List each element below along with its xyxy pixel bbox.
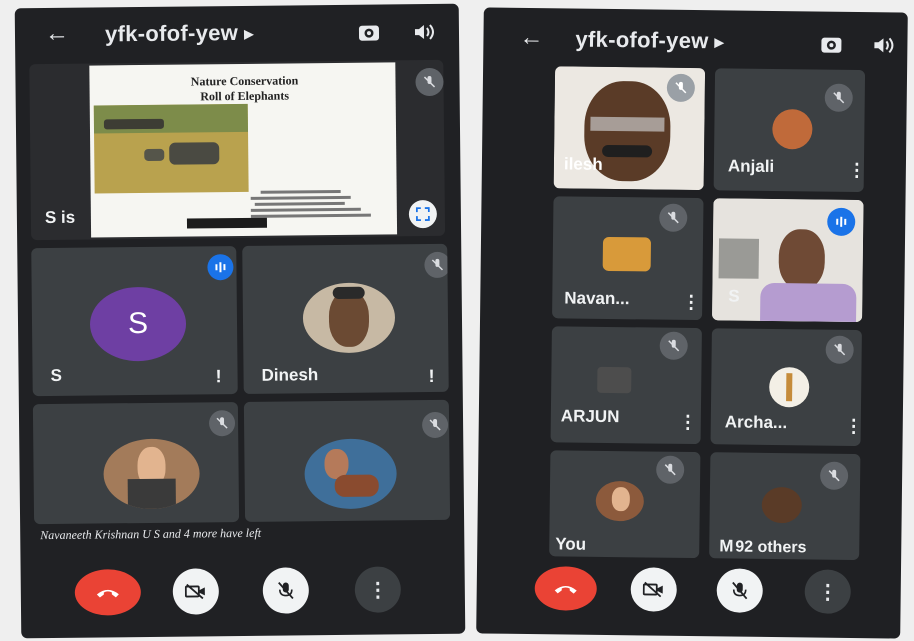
more-options-icon[interactable]: ⋮ (679, 412, 697, 433)
participant-name: Anjali (727, 156, 775, 176)
mic-off-icon (825, 335, 854, 364)
mic-off-icon (659, 203, 688, 232)
mic-off-icon (421, 411, 449, 439)
participant-name: Navan... (564, 288, 630, 309)
participants-left-toast: Navaneeth Krishnan U S and 4 more have l… (40, 525, 262, 543)
participant-tile[interactable]: Archa... ⋮ (710, 328, 862, 447)
audio-level-icon (827, 207, 856, 236)
end-call-button[interactable] (74, 569, 142, 616)
avatar (772, 108, 813, 150)
participant-tile[interactable]: ARJUN ⋮ (550, 326, 702, 445)
mic-off-icon (424, 251, 449, 279)
camera-toggle-button[interactable] (172, 568, 220, 615)
participant-name: Archa... (724, 412, 788, 433)
camera-off-icon (184, 583, 205, 600)
presentation-tile[interactable]: Nature Conservation Roll of Elephants S … (29, 59, 446, 241)
slide-title-line-2: Roll of Elephants (200, 88, 290, 104)
participant-tile[interactable]: Dinesh ! (242, 243, 449, 394)
participant-tile[interactable]: You (549, 450, 701, 559)
switch-camera-icon[interactable] (357, 22, 381, 44)
participant-tile[interactable] (32, 402, 240, 525)
more-options-icon[interactable]: ! (215, 366, 221, 387)
mic-toggle-button[interactable] (716, 568, 764, 613)
participant-tile[interactable]: Navan... ⋮ (552, 196, 704, 321)
slide-strip (186, 217, 268, 229)
camera-off-icon (642, 581, 663, 598)
more-options-icon[interactable]: ⋮ (682, 292, 700, 313)
speaker-icon[interactable] (871, 34, 895, 56)
call-controls: ⋮ (476, 547, 901, 638)
participant-name: S (728, 286, 740, 306)
presenter-label: S is (44, 207, 76, 228)
avatar (595, 480, 645, 522)
meeting-title[interactable]: yfk-ofof-yew ▶ (575, 27, 724, 55)
more-options-icon: ⋮ (817, 581, 838, 604)
avatar (302, 282, 396, 354)
chevron-right-icon: ▶ (714, 35, 725, 50)
mic-off-icon (666, 73, 696, 103)
end-call-icon (554, 585, 577, 594)
meeting-code: yfk-ofof-yew (104, 20, 239, 47)
participant-tile[interactable]: ilesh (553, 66, 706, 191)
mic-off-icon (278, 582, 294, 600)
meeting-code: yfk-ofof-yew (575, 26, 709, 54)
slide-title: Nature Conservation Roll of Elephants (149, 73, 339, 105)
end-call-button[interactable] (534, 566, 598, 611)
mic-off-icon (415, 67, 444, 97)
mic-toggle-button[interactable] (262, 567, 310, 614)
more-options-icon: ⋮ (367, 578, 388, 602)
more-options-icon[interactable]: ⋮ (845, 416, 862, 437)
meeting-title[interactable]: yfk-ofof-yew ▶ (105, 20, 254, 48)
top-bar: ← yfk-ofof-yew ▶ (15, 4, 460, 65)
audio-level-icon (207, 254, 234, 281)
mic-off-icon (659, 331, 688, 360)
mic-off-icon (732, 581, 748, 600)
participant-name: ilesh (563, 154, 603, 174)
participant-tile[interactable] (243, 399, 451, 522)
more-options-button[interactable]: ⋮ (354, 566, 402, 613)
avatar-letter: S (127, 306, 149, 341)
call-controls: ⋮ (20, 544, 465, 639)
camera-toggle-button[interactable] (630, 567, 678, 612)
more-options-icon[interactable]: ! (428, 366, 434, 387)
back-arrow-icon[interactable]: ← (519, 24, 543, 52)
mic-off-icon (824, 83, 853, 112)
shared-slide: Nature Conservation Roll of Elephants (89, 62, 398, 238)
top-bar: ← yfk-ofof-yew ▶ (483, 7, 908, 68)
mic-off-icon (656, 455, 685, 484)
participant-tile[interactable]: S (712, 198, 864, 323)
back-arrow-icon[interactable]: ← (45, 20, 69, 48)
participant-name: ARJUN (560, 406, 620, 427)
avatar (602, 236, 652, 272)
right-phone-screen: ← yfk-ofof-yew ▶ ilesh Anjali ⋮ Navan...… (476, 7, 908, 639)
participant-tile[interactable]: S S ! (31, 246, 238, 397)
slide-author-details (250, 186, 391, 231)
avatar (597, 366, 632, 394)
avatar (761, 486, 803, 524)
avatar: S (89, 286, 187, 362)
end-call-icon (96, 589, 119, 598)
avatar (103, 438, 200, 510)
participant-name: S (50, 365, 63, 385)
avatar (304, 438, 397, 510)
more-options-button[interactable]: ⋮ (804, 569, 851, 614)
fullscreen-icon[interactable] (408, 199, 438, 229)
chevron-right-icon: ▶ (244, 27, 254, 42)
participant-tile[interactable]: Anjali ⋮ (713, 68, 866, 193)
participant-tile[interactable]: M 92 others (709, 452, 861, 561)
avatar (768, 366, 810, 408)
mic-off-icon (208, 410, 236, 437)
left-phone-screen: ← yfk-ofof-yew ▶ Nature Conservation Roll… (14, 3, 466, 639)
participant-name: Dinesh (261, 365, 319, 385)
more-options-icon[interactable]: ⋮ (848, 160, 865, 181)
mic-off-icon (819, 461, 849, 490)
speaker-icon[interactable] (412, 21, 436, 43)
switch-camera-icon[interactable] (819, 34, 843, 56)
elephant-photo (93, 103, 249, 194)
